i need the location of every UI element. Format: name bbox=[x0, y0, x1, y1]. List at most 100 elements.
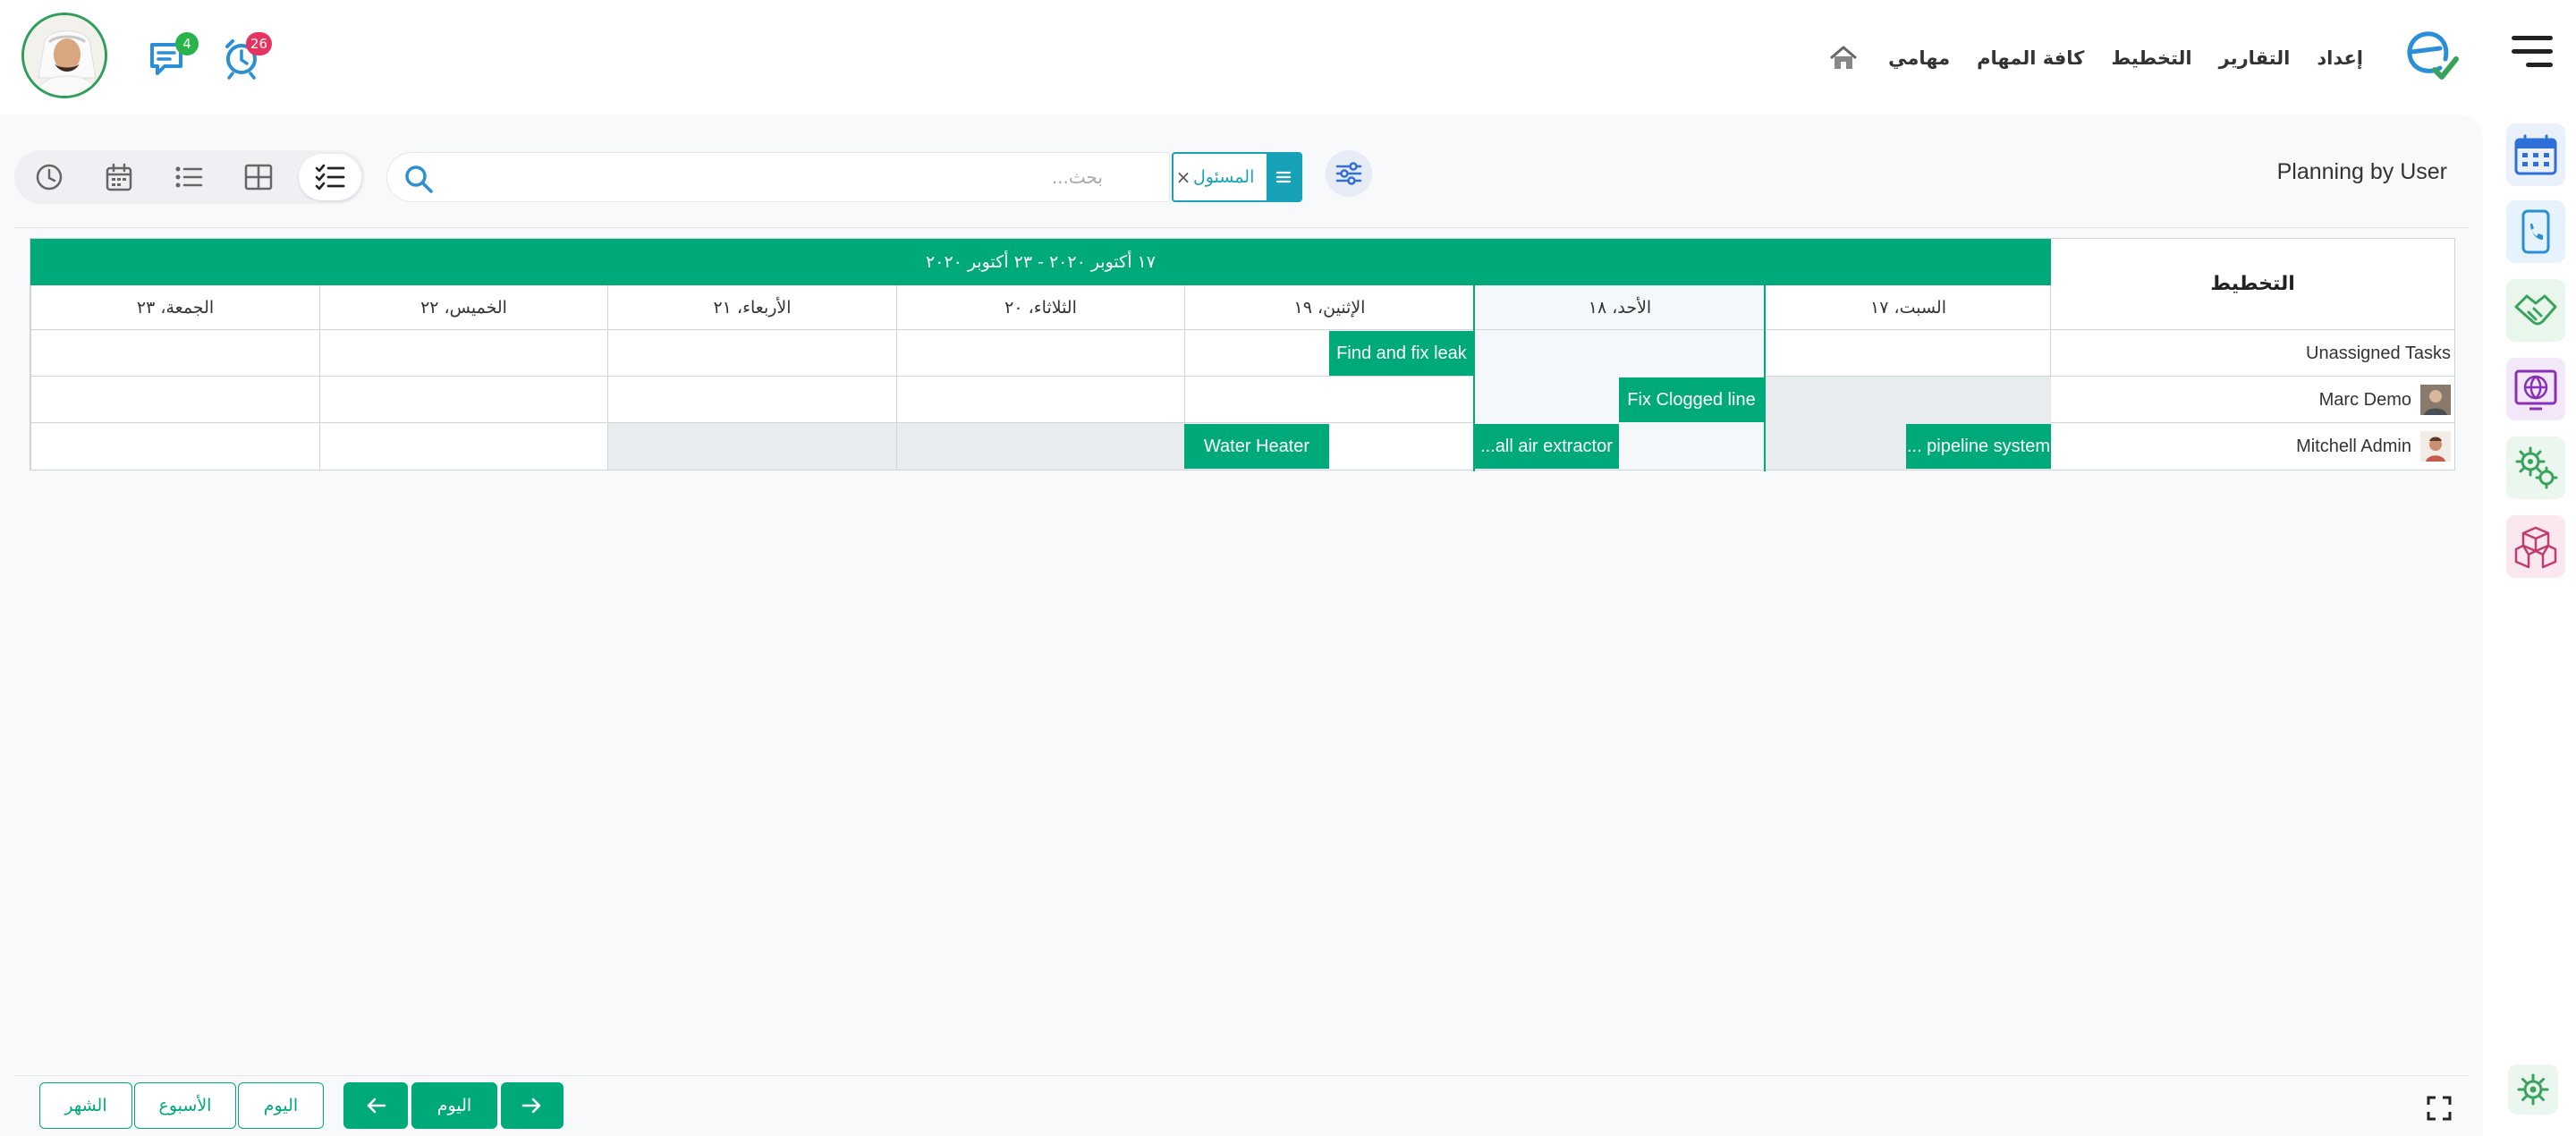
gantt-cell[interactable] bbox=[319, 330, 607, 377]
rail-partners-app[interactable] bbox=[2506, 279, 2565, 342]
gantt-cell[interactable] bbox=[1765, 377, 2051, 423]
kanban-view-button[interactable] bbox=[227, 154, 290, 200]
top-header: مهامي كافة المهام التخطيط التقارير إعداد… bbox=[0, 0, 2576, 114]
gantt-cell[interactable] bbox=[1765, 330, 2051, 377]
globe-icon bbox=[2514, 369, 2557, 411]
scale-month-button[interactable]: الشهر bbox=[39, 1082, 132, 1129]
user-avatar[interactable] bbox=[21, 13, 107, 98]
day-header-today: الأحد، ١٨ bbox=[1474, 285, 1765, 330]
activity-view-icon bbox=[36, 164, 63, 191]
gantt-cell[interactable] bbox=[30, 330, 319, 377]
day-header: السبت، ١٧ bbox=[1765, 285, 2051, 330]
nav-settings[interactable]: إعداد bbox=[2317, 47, 2363, 69]
gantt-cell[interactable] bbox=[607, 377, 896, 423]
list-view-icon bbox=[175, 166, 203, 188]
boxes-icon bbox=[2514, 526, 2557, 569]
main-nav: مهامي كافة المهام التخطيط التقارير إعداد bbox=[1826, 36, 2363, 81]
gantt-cell[interactable] bbox=[319, 423, 607, 470]
task-pill[interactable]: Fix Clogged line bbox=[1619, 377, 1764, 422]
arrow-right-icon bbox=[521, 1098, 541, 1114]
gantt-view-icon bbox=[315, 164, 345, 191]
user-avatar-thumb bbox=[2420, 385, 2451, 415]
scale-week-button[interactable]: الأسبوع bbox=[134, 1082, 236, 1129]
hamburger-icon[interactable] bbox=[2512, 36, 2553, 68]
row-label: Mitchell Admin bbox=[2050, 423, 2454, 470]
home-icon[interactable] bbox=[1826, 40, 1861, 76]
gantt-cell[interactable] bbox=[896, 423, 1184, 470]
filter-toggle-button[interactable] bbox=[1326, 150, 1372, 197]
row-name: Mitchell Admin bbox=[2296, 436, 2411, 456]
row-label: Unassigned Tasks bbox=[2050, 330, 2454, 377]
activity-badge: 26 bbox=[245, 32, 272, 55]
user-avatar-thumb bbox=[2420, 431, 2451, 462]
search-bar bbox=[386, 152, 1170, 202]
gantt-cell[interactable] bbox=[896, 377, 1184, 423]
page-title: Planning by User bbox=[2276, 159, 2447, 184]
today-marker-end bbox=[1764, 285, 1766, 471]
gantt-header-label: التخطيط bbox=[2050, 239, 2454, 330]
gantt-cell[interactable] bbox=[896, 330, 1184, 377]
day-header: الأربعاء، ٢١ bbox=[607, 285, 896, 330]
row-label: Marc Demo bbox=[2050, 377, 2454, 423]
day-header: الجمعة، ٢٣ bbox=[30, 285, 319, 330]
day-header: الخميس، ٢٢ bbox=[319, 285, 607, 330]
gantt-chart: التخطيط ١٧ أكتوبر ٢٠٢٠ - ٢٣ أكتوبر ٢٠٢٠ … bbox=[30, 238, 2455, 471]
settings-cog-button[interactable] bbox=[2508, 1064, 2558, 1115]
task-pill[interactable]: Find and fix leak bbox=[1329, 331, 1474, 376]
groupby-facet[interactable]: المسئول × bbox=[1172, 152, 1302, 202]
prev-period-button[interactable] bbox=[343, 1082, 408, 1129]
gantt-cell[interactable] bbox=[1474, 330, 1765, 377]
rail-configuration-app[interactable] bbox=[2506, 437, 2565, 499]
app-logo bbox=[2399, 23, 2463, 84]
next-period-button[interactable] bbox=[501, 1082, 564, 1129]
row-name: Marc Demo bbox=[2318, 389, 2411, 410]
gantt-cell[interactable] bbox=[30, 423, 319, 470]
gantt-row: Unassigned Tasks Find and fix leak bbox=[30, 330, 2454, 377]
messages-button[interactable]: 4 bbox=[147, 32, 199, 81]
gantt-cell[interactable] bbox=[607, 423, 896, 470]
search-icon[interactable] bbox=[403, 164, 434, 194]
list-view-button[interactable] bbox=[157, 154, 220, 200]
gantt-cell[interactable] bbox=[30, 377, 319, 423]
row-name: Unassigned Tasks bbox=[2306, 343, 2451, 363]
group-by-icon bbox=[1267, 154, 1301, 200]
rail-calendar-app[interactable] bbox=[2506, 123, 2565, 186]
handshake-icon bbox=[2514, 294, 2557, 326]
nav-my-tasks[interactable]: مهامي bbox=[1888, 47, 1950, 69]
rail-phone-app[interactable] bbox=[2506, 200, 2565, 263]
sliders-icon bbox=[1335, 162, 1362, 185]
search-input[interactable] bbox=[387, 159, 1103, 195]
day-header: الثلاثاء، ٢٠ bbox=[896, 285, 1184, 330]
gantt-cell[interactable] bbox=[319, 377, 607, 423]
today-marker-start bbox=[1473, 285, 1475, 471]
nav-all-tasks[interactable]: كافة المهام bbox=[1977, 47, 2084, 69]
gantt-cell[interactable] bbox=[1184, 377, 1474, 423]
task-pill[interactable]: Water Heater bbox=[1184, 424, 1329, 469]
activity-button[interactable]: 26 bbox=[220, 32, 272, 81]
calendar-view-button[interactable] bbox=[88, 154, 150, 200]
nav-planning[interactable]: التخطيط bbox=[2111, 47, 2191, 69]
kanban-view-icon bbox=[244, 164, 273, 191]
scale-day-button[interactable]: اليوم bbox=[238, 1082, 324, 1129]
rail-website-app[interactable] bbox=[2506, 358, 2565, 420]
main-panel: Planning by User المسئول × بحث... التخطي… bbox=[0, 114, 2483, 1136]
phone-icon bbox=[2521, 209, 2550, 254]
day-header: الإثنين، ١٩ bbox=[1184, 285, 1474, 330]
activity-view-button[interactable] bbox=[18, 154, 80, 200]
task-pill[interactable]: ... pipeline system bbox=[1906, 424, 2051, 469]
arrow-left-icon bbox=[367, 1098, 386, 1114]
footer-divider bbox=[14, 1075, 2469, 1076]
nav-reports[interactable]: التقارير bbox=[2219, 47, 2291, 69]
gantt-view-button[interactable] bbox=[299, 154, 361, 200]
facet-remove-icon[interactable]: × bbox=[1174, 154, 1193, 200]
settings-cog-icon bbox=[2517, 1073, 2549, 1106]
gantt-date-range: ١٧ أكتوبر ٢٠٢٠ - ٢٣ أكتوبر ٢٠٢٠ bbox=[30, 239, 2051, 285]
today-button[interactable]: اليوم bbox=[411, 1082, 497, 1129]
facet-label: المسئول bbox=[1193, 167, 1255, 187]
task-pill[interactable]: ...all air extractor bbox=[1474, 424, 1619, 469]
gantt-cell[interactable] bbox=[607, 330, 896, 377]
rail-inventory-app[interactable] bbox=[2506, 515, 2565, 578]
fullscreen-icon[interactable] bbox=[2426, 1095, 2453, 1122]
messages-badge: 4 bbox=[175, 32, 199, 55]
view-switcher bbox=[14, 150, 365, 204]
